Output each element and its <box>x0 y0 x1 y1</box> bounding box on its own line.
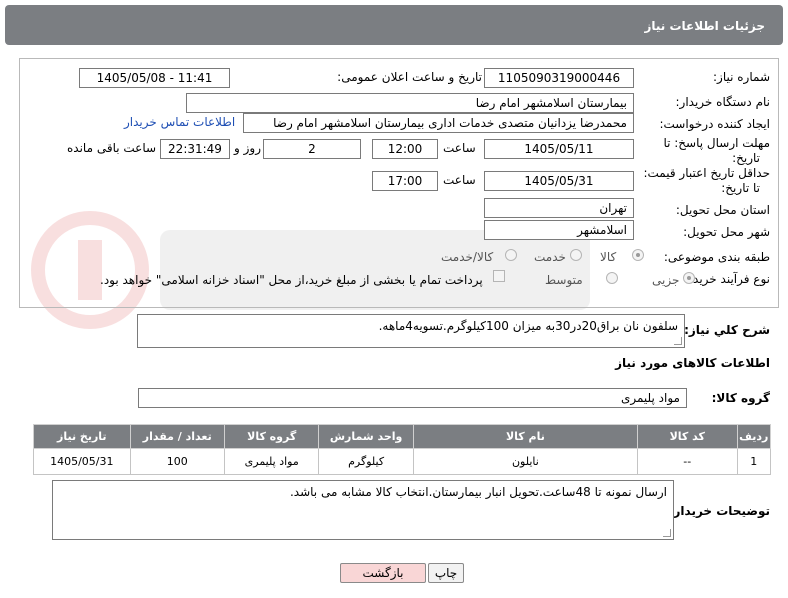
deadline-label-2: تاریخ: <box>732 151 760 165</box>
price-validity-time-field: 17:00 <box>372 171 438 191</box>
cell-qty: 100 <box>129 448 225 475</box>
treasury-payment-checkbox[interactable] <box>493 270 505 282</box>
resize-handle-icon[interactable] <box>674 337 682 345</box>
announce-date-label: تاریخ و ساعت اعلان عمومی: <box>337 70 482 84</box>
days-label: روز و <box>234 141 261 155</box>
resize-handle-icon[interactable] <box>663 529 671 537</box>
buyer-contact-link[interactable]: اطلاعات تماس خریدار <box>124 115 235 129</box>
cell-code: -- <box>636 448 738 475</box>
treasury-payment-note: پرداخت تمام یا بخشی از مبلغ خرید،از محل … <box>100 273 483 287</box>
description-label: شرح کلي نياز: <box>684 323 770 337</box>
process-minor-radio[interactable] <box>683 272 695 284</box>
price-validity-label-2: تا تاریخ: <box>721 181 760 195</box>
deadline-time-label: ساعت <box>443 141 476 155</box>
table-row: 1 -- نایلون کیلوگرم مواد پلیمری 100 1405… <box>33 448 772 475</box>
buyer-notes-label: توضیحات خریدار: <box>668 504 770 518</box>
remaining-time-field: 22:31:49 <box>160 139 230 159</box>
remaining-time-label: ساعت باقی مانده <box>67 141 157 155</box>
cell-unit: کیلوگرم <box>318 448 414 475</box>
goods-group-label: گروه کالا: <box>711 391 770 405</box>
page-header: جزئیات اطلاعات نیاز <box>5 5 783 45</box>
category-goods-radio[interactable] <box>632 249 644 261</box>
category-label: طبقه بندی موضوعی: <box>663 250 770 264</box>
need-number-field: 1105090319000446 <box>484 68 634 88</box>
creator-field: محمدرضا یزدانیان متصدی خدمات اداری بیمار… <box>243 113 634 133</box>
cell-date: 1405/05/31 <box>33 448 131 475</box>
deadline-label-1: مهلت ارسال پاسخ: تا <box>663 136 770 150</box>
description-text: سلفون نان براق20در30به میزان 100کیلوگرم.… <box>378 319 678 333</box>
days-remaining-field: 2 <box>263 139 361 159</box>
city-field: اسلامشهر <box>484 220 634 240</box>
goods-group-field: مواد پلیمری <box>138 388 687 408</box>
category-service-label: خدمت <box>534 250 566 264</box>
city-label: شهر محل تحویل: <box>683 225 770 239</box>
buyer-notes-text: ارسال نمونه تا 48ساعت.تحویل انبار بیمارس… <box>289 485 667 499</box>
col-unit: واحد شمارش <box>318 424 414 449</box>
goods-table: ردیف کد کالا نام کالا واحد شمارش گروه کا… <box>33 424 772 475</box>
print-button[interactable]: چاپ <box>428 563 464 583</box>
cell-row: 1 <box>736 448 772 475</box>
cell-name: نایلون <box>412 448 638 475</box>
col-row: ردیف <box>736 424 772 449</box>
announce-date-field: 1405/05/08 - 11:41 <box>79 68 230 88</box>
col-group: گروه کالا <box>223 424 320 449</box>
deadline-date-field: 1405/05/11 <box>484 139 634 159</box>
province-field: تهران <box>484 198 634 218</box>
category-both-label: کالا/خدمت <box>441 250 494 264</box>
col-name: نام کالا <box>412 424 638 449</box>
province-label: استان محل تحویل: <box>675 203 770 217</box>
process-minor-label: جزیی <box>652 273 680 287</box>
process-medium-radio[interactable] <box>606 272 618 284</box>
buyer-org-label: نام دستگاه خریدار: <box>675 95 771 109</box>
category-service-radio[interactable] <box>570 249 582 261</box>
col-code: کد کالا <box>636 424 738 449</box>
cell-group: مواد پلیمری <box>223 448 320 475</box>
process-medium-label: متوسط <box>545 273 583 287</box>
deadline-time-field: 12:00 <box>372 139 438 159</box>
goods-table-header: ردیف کد کالا نام کالا واحد شمارش گروه کا… <box>33 424 772 449</box>
creator-label: ایجاد کننده درخواست: <box>659 117 770 131</box>
price-validity-time-label: ساعت <box>443 173 476 187</box>
col-qty: تعداد / مقدار <box>129 424 225 449</box>
page-title: جزئیات اطلاعات نیاز <box>644 19 765 33</box>
back-button[interactable]: بازگشت <box>340 563 426 583</box>
need-number-label: شماره نیاز: <box>713 70 770 84</box>
col-date: تاریخ نیاز <box>33 424 131 449</box>
buyer-org-field: بیمارستان اسلامشهر امام رضا <box>186 93 634 113</box>
process-type-label: نوع فرآیند خرید : <box>685 272 770 286</box>
category-both-radio[interactable] <box>505 249 517 261</box>
buyer-notes-textarea: ارسال نمونه تا 48ساعت.تحویل انبار بیمارس… <box>52 480 674 540</box>
price-validity-label-1: حداقل تاریخ اعتبار قیمت: <box>643 166 770 180</box>
price-validity-date-field: 1405/05/31 <box>484 171 634 191</box>
goods-section-title: اطلاعات کالاهای مورد نیاز <box>615 356 770 370</box>
description-textarea: سلفون نان براق20در30به میزان 100کیلوگرم.… <box>137 314 685 348</box>
category-goods-label: کالا <box>600 250 617 264</box>
